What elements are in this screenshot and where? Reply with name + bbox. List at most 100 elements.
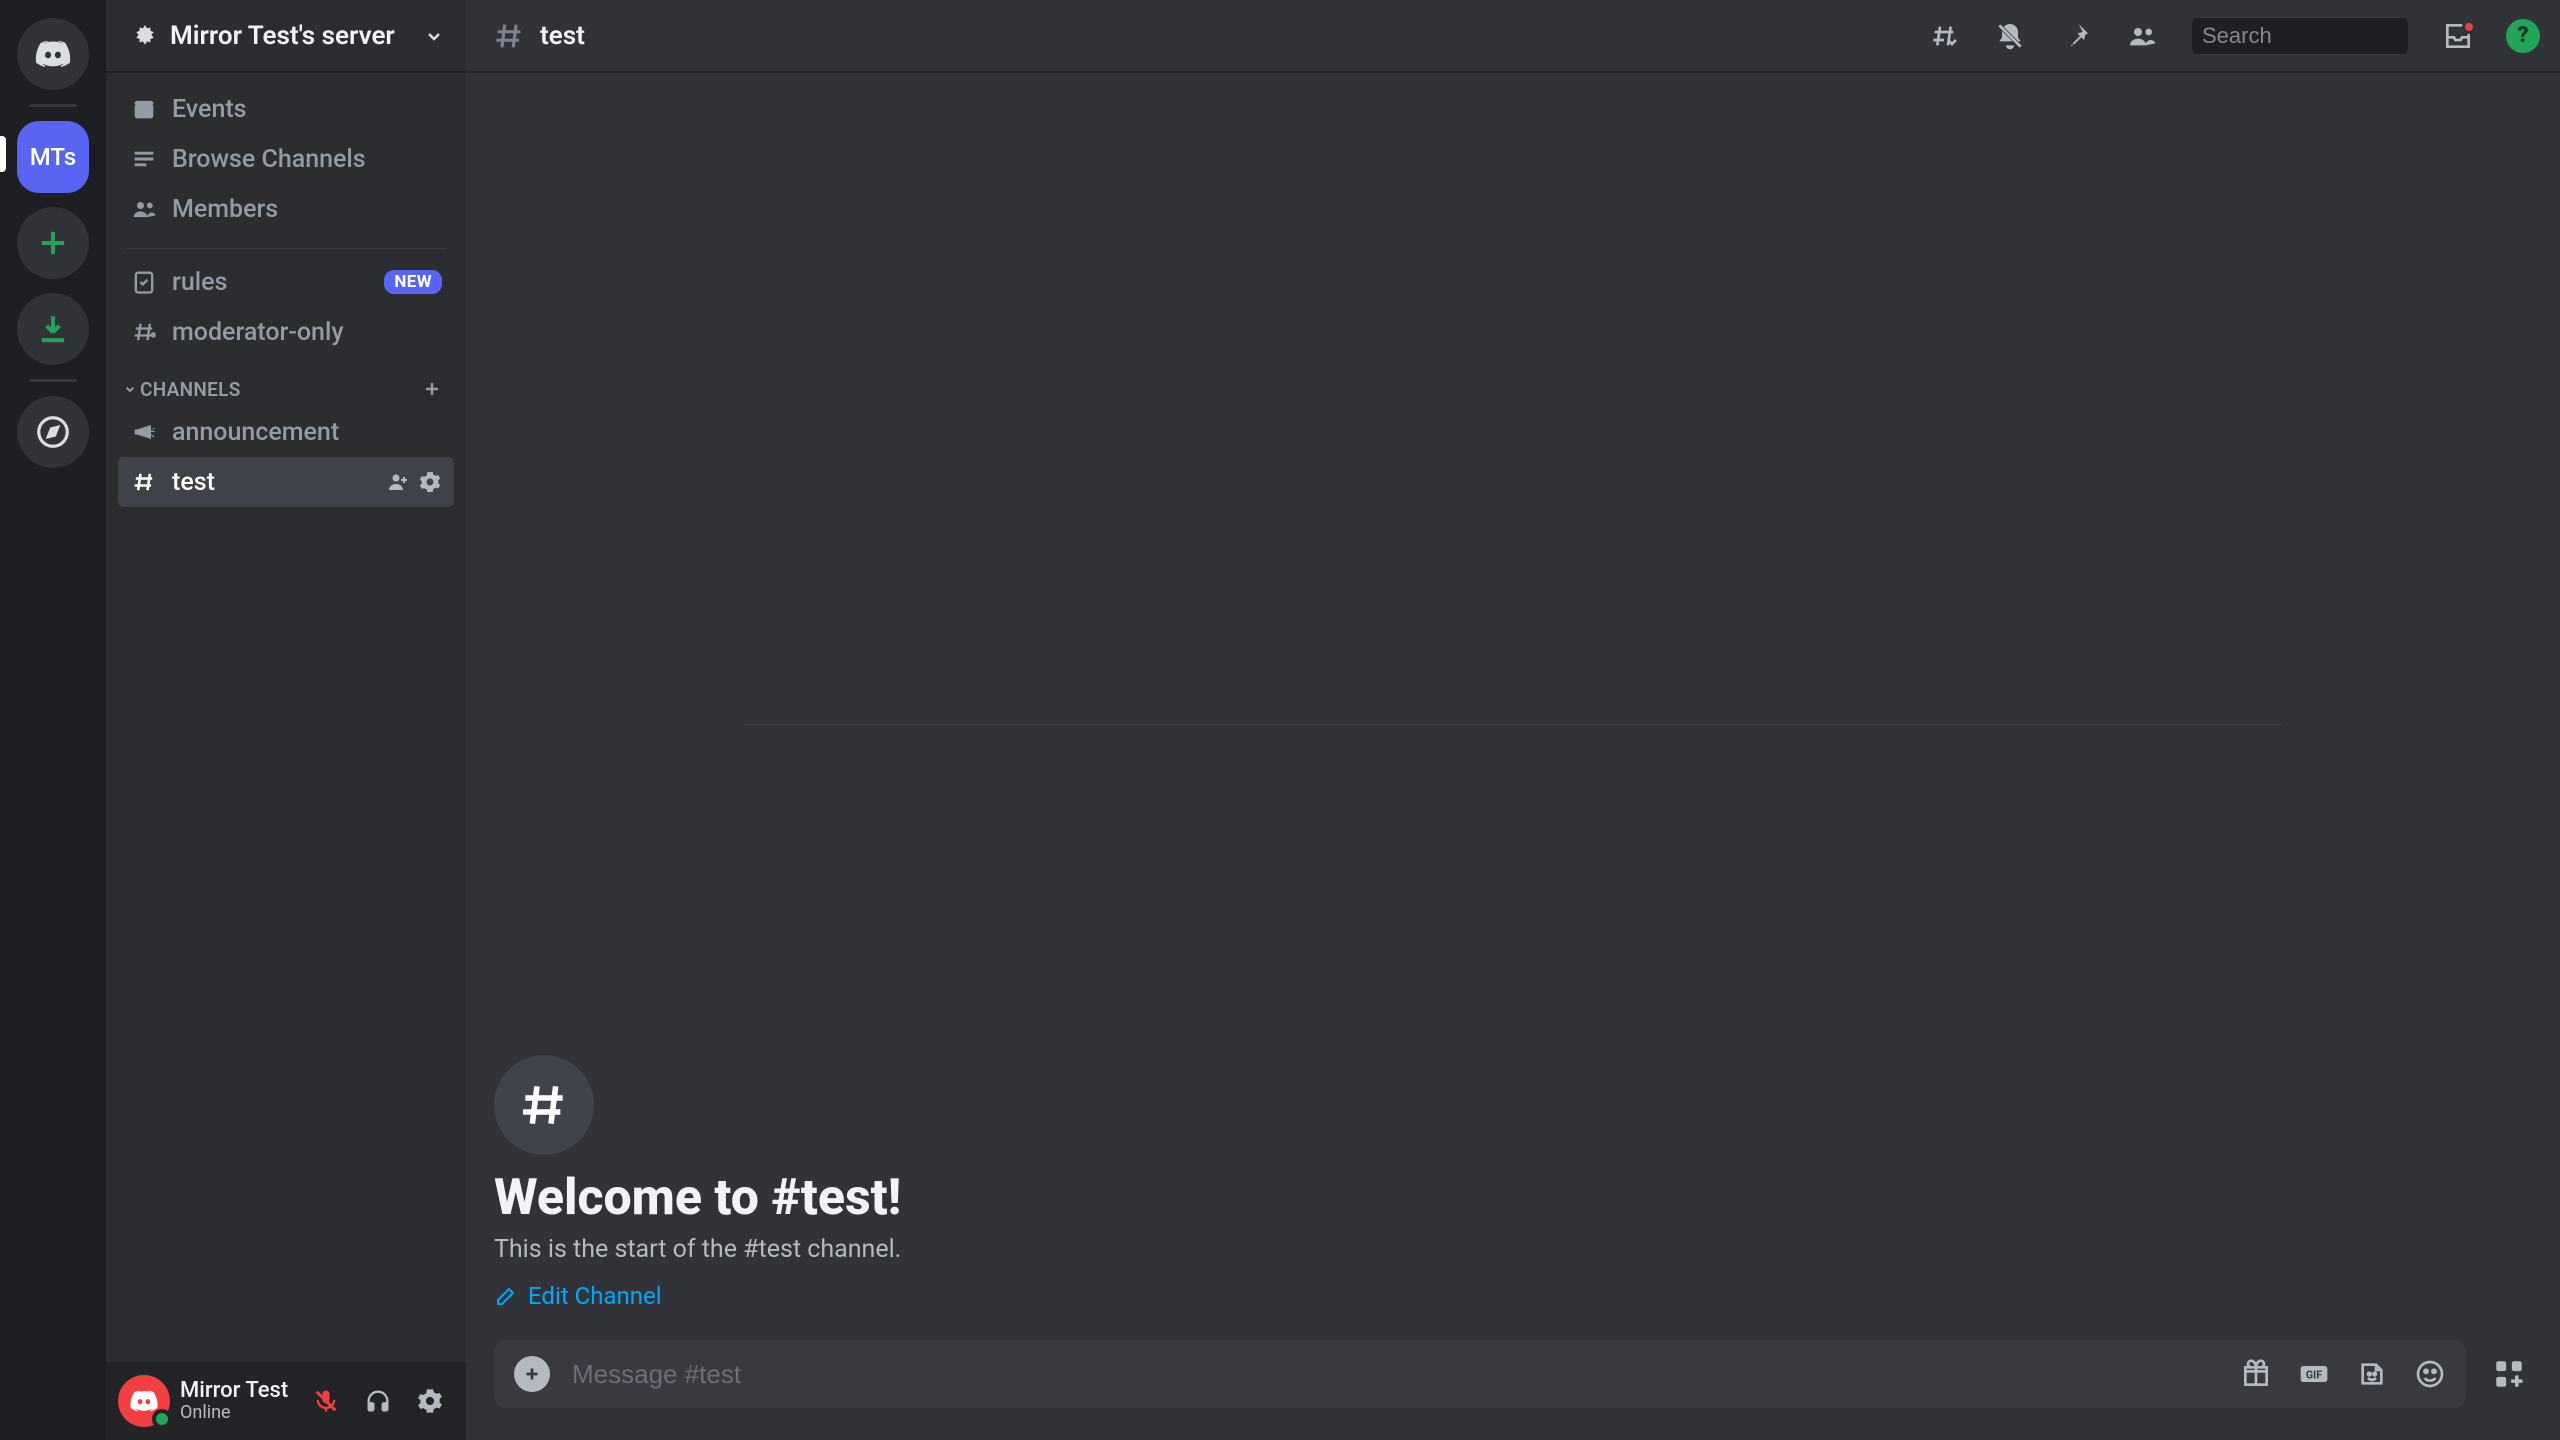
pencil-icon <box>494 1284 518 1308</box>
plus-icon[interactable] <box>420 377 444 401</box>
apps-button[interactable] <box>2486 1351 2532 1397</box>
welcome-subtitle: This is the start of the #test channel. <box>494 1235 2532 1264</box>
flower-badge-icon <box>132 23 158 49</box>
people-icon <box>2126 20 2158 52</box>
user-meta[interactable]: Mirror Test Online <box>180 1379 292 1423</box>
channel-moderator-only[interactable]: moderator-only <box>118 307 454 357</box>
megaphone-icon <box>130 418 158 446</box>
channel-label: announcement <box>172 418 442 447</box>
compass-icon <box>34 413 72 451</box>
user-name: Mirror Test <box>180 1379 292 1403</box>
svg-text:GIF: GIF <box>2306 1369 2322 1382</box>
server-abbrev: MTs <box>30 143 76 171</box>
server-icon-mirror-test[interactable]: MTs <box>17 121 89 193</box>
status-online-dot <box>152 1409 172 1429</box>
plus-icon <box>521 1363 543 1385</box>
explore-servers-button[interactable] <box>17 396 89 468</box>
channel-sidebar: Mirror Test's server Events Browse Chann… <box>106 0 466 1440</box>
category-channels[interactable]: CHANNELS <box>118 357 454 407</box>
rules-icon <box>130 268 158 296</box>
server-rail: MTs <box>0 0 106 1440</box>
sidebar-divider <box>126 248 446 249</box>
mic-muted-icon <box>312 1387 340 1415</box>
sidebar-item-label: Events <box>172 95 442 124</box>
hash-icon <box>130 468 158 496</box>
category-label: CHANNELS <box>140 378 420 401</box>
help-button[interactable]: ? <box>2506 19 2540 53</box>
search-box[interactable] <box>2192 18 2408 54</box>
channel-test[interactable]: test <box>118 457 454 507</box>
mute-mic-button[interactable] <box>302 1377 350 1425</box>
discord-logo-icon <box>34 35 72 73</box>
hash-shield-icon <box>130 318 158 346</box>
member-list-button[interactable] <box>2122 16 2162 56</box>
notifications-button[interactable] <box>1990 16 2030 56</box>
channel-label: rules <box>172 268 370 297</box>
sidebar-item-label: Browse Channels <box>172 145 442 174</box>
gif-button[interactable]: GIF <box>2298 1358 2330 1390</box>
download-icon <box>34 310 72 348</box>
gift-icon <box>2240 1358 2272 1390</box>
server-header[interactable]: Mirror Test's server <box>106 0 466 72</box>
server-name: Mirror Test's server <box>170 21 422 51</box>
apps-icon <box>2492 1357 2526 1391</box>
channel-label: moderator-only <box>172 318 442 347</box>
pinned-button[interactable] <box>2056 16 2096 56</box>
user-panel[interactable]: Mirror Test Online <box>106 1362 466 1440</box>
composer-wrap: GIF <box>466 1340 2560 1440</box>
main-pane: test ? Welcome to #test! This is the sta… <box>466 0 2560 1440</box>
channel-rules[interactable]: rules NEW <box>118 257 454 307</box>
threads-button[interactable] <box>1924 16 1964 56</box>
sticker-button[interactable] <box>2356 1358 2388 1390</box>
edit-channel-link[interactable]: Edit Channel <box>494 1282 662 1310</box>
calendar-icon <box>130 95 158 123</box>
add-server-button[interactable] <box>17 207 89 279</box>
emoji-icon <box>2414 1358 2446 1390</box>
invite-icon[interactable] <box>386 470 410 494</box>
chevron-down-icon <box>422 24 446 48</box>
sidebar-item-browse-channels[interactable]: Browse Channels <box>118 134 454 184</box>
sticker-icon <box>2356 1358 2388 1390</box>
new-badge: NEW <box>384 270 442 294</box>
date-divider <box>744 724 2282 725</box>
download-apps-button[interactable] <box>17 293 89 365</box>
user-settings-button[interactable] <box>406 1377 454 1425</box>
gift-button[interactable] <box>2240 1358 2272 1390</box>
message-area: Welcome to #test! This is the start of t… <box>466 72 2560 1340</box>
plus-icon <box>34 224 72 262</box>
threads-icon <box>1928 20 1960 52</box>
server-active-pill <box>0 136 6 172</box>
user-controls <box>302 1377 454 1425</box>
sidebar-item-label: Members <box>172 195 442 224</box>
list-icon <box>130 145 158 173</box>
composer-icons: GIF <box>2240 1358 2446 1390</box>
hash-icon <box>516 1077 572 1133</box>
deafen-button[interactable] <box>354 1377 402 1425</box>
topbar: test ? <box>466 0 2560 72</box>
rail-divider <box>29 104 77 107</box>
bell-muted-icon <box>1994 20 2026 52</box>
topbar-channel-name: test <box>540 21 585 51</box>
sidebar-item-members[interactable]: Members <box>118 184 454 234</box>
gear-icon <box>416 1387 444 1415</box>
notification-dot <box>2462 20 2476 34</box>
gear-icon[interactable] <box>418 470 442 494</box>
channel-announcement[interactable]: announcement <box>118 407 454 457</box>
attach-button[interactable] <box>514 1356 550 1392</box>
dm-home-button[interactable] <box>17 18 89 90</box>
rail-divider <box>29 379 77 382</box>
gif-icon: GIF <box>2298 1358 2330 1390</box>
user-status: Online <box>180 1403 292 1423</box>
sidebar-item-events[interactable]: Events <box>118 84 454 134</box>
headphones-icon <box>364 1387 392 1415</box>
sidebar-body: Events Browse Channels Members rules NEW… <box>106 72 466 1362</box>
people-icon <box>130 195 158 223</box>
welcome-title: Welcome to #test! <box>494 1169 2532 1227</box>
emoji-button[interactable] <box>2414 1358 2446 1390</box>
pin-icon <box>2060 20 2092 52</box>
inbox-button[interactable] <box>2438 16 2478 56</box>
composer[interactable]: GIF <box>494 1340 2466 1408</box>
channel-label: test <box>172 468 372 497</box>
user-avatar[interactable] <box>118 1375 170 1427</box>
message-input[interactable] <box>572 1359 2218 1390</box>
